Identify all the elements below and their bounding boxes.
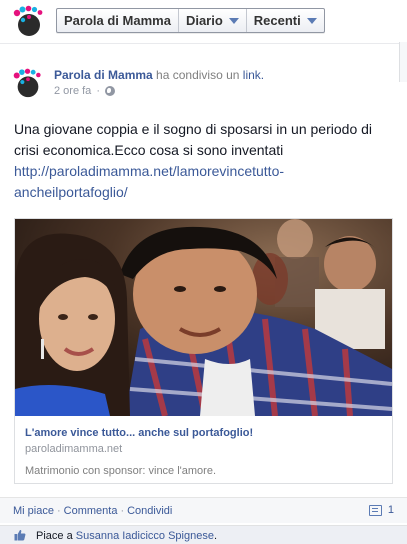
post-message: Una giovane coppia e il sogno di sposars… (14, 119, 394, 203)
comment-button[interactable]: Commenta (64, 505, 118, 517)
nav-page-name-button[interactable]: Parola di Mamma (57, 9, 179, 32)
shared-link-description: Matrimonio con sponsor: vince l'amore. (25, 465, 217, 477)
post-meta: 2 ore fa · (54, 85, 115, 97)
post-author-link[interactable]: Parola di Mamma (54, 68, 153, 82)
nav-page-name-label: Parola di Mamma (64, 13, 171, 28)
shared-link-title[interactable]: L'amore vince tutto... anche sul portafo… (25, 427, 253, 439)
comment-count: 1 (387, 504, 394, 516)
like-button[interactable]: Mi piace (13, 505, 54, 517)
likes-text: Piace a Susanna Iadicicco Spignese. (36, 530, 217, 542)
post-action-link[interactable]: link. (243, 68, 264, 82)
post-url-link[interactable]: http://paroladimamma.net/lamorevincetutt… (14, 161, 394, 203)
chevron-down-icon (306, 17, 317, 24)
nav-recenti-dropdown[interactable]: Recenti (247, 9, 324, 32)
post-url-line-1: http://paroladimamma.net/lamorevincetutt… (14, 163, 285, 179)
nav-diario-dropdown[interactable]: Diario (179, 9, 247, 32)
likes-summary: Piace a Susanna Iadicicco Spignese. (0, 525, 407, 544)
globe-icon[interactable] (104, 86, 115, 96)
comment-count-link[interactable]: 1 (368, 504, 394, 516)
shared-link-card[interactable]: L'amore vince tutto... anche sul portafo… (14, 218, 393, 484)
post-action: ha condiviso un link. (156, 68, 264, 82)
liker-name-link[interactable]: Susanna Iadicicco Spignese (76, 530, 214, 542)
post-timestamp[interactable]: 2 ore fa (54, 85, 91, 97)
chevron-down-icon (228, 17, 239, 24)
post-url-line-2: ancheilportafoglio/ (14, 184, 128, 200)
nav-recenti-label: Recenti (253, 13, 301, 28)
nav-diario-label: Diario (185, 13, 223, 28)
post-action-text: ha condiviso un (156, 68, 240, 82)
comment-icon (368, 504, 382, 516)
page-navigation: Parola di Mamma Diario Recenti (56, 8, 325, 33)
post-actions: Mi piace · Commenta · Condividi (13, 505, 173, 517)
post-author-line: Parola di Mamma ha condiviso un link. (54, 68, 264, 82)
author-avatar[interactable] (12, 67, 44, 99)
couple-photo-illustration (15, 219, 392, 416)
shared-link-photo[interactable] (15, 219, 392, 416)
post-message-text: Una giovane coppia e il sogno di sposars… (14, 121, 373, 158)
shared-link-domain: paroladimamma.net (25, 443, 123, 455)
post-actions-bar: Mi piace · Commenta · Condividi 1 (0, 497, 407, 523)
share-button[interactable]: Condividi (127, 505, 172, 517)
page-logo[interactable] (12, 5, 46, 37)
top-navigation-bar: Parola di Mamma Diario Recenti (0, 0, 407, 44)
likes-suffix: . (213, 530, 218, 542)
likes-prefix: Piace a (36, 530, 73, 542)
post-header: Parola di Mamma ha condiviso un link. 2 … (0, 44, 407, 102)
thumbs-up-icon (14, 529, 26, 541)
